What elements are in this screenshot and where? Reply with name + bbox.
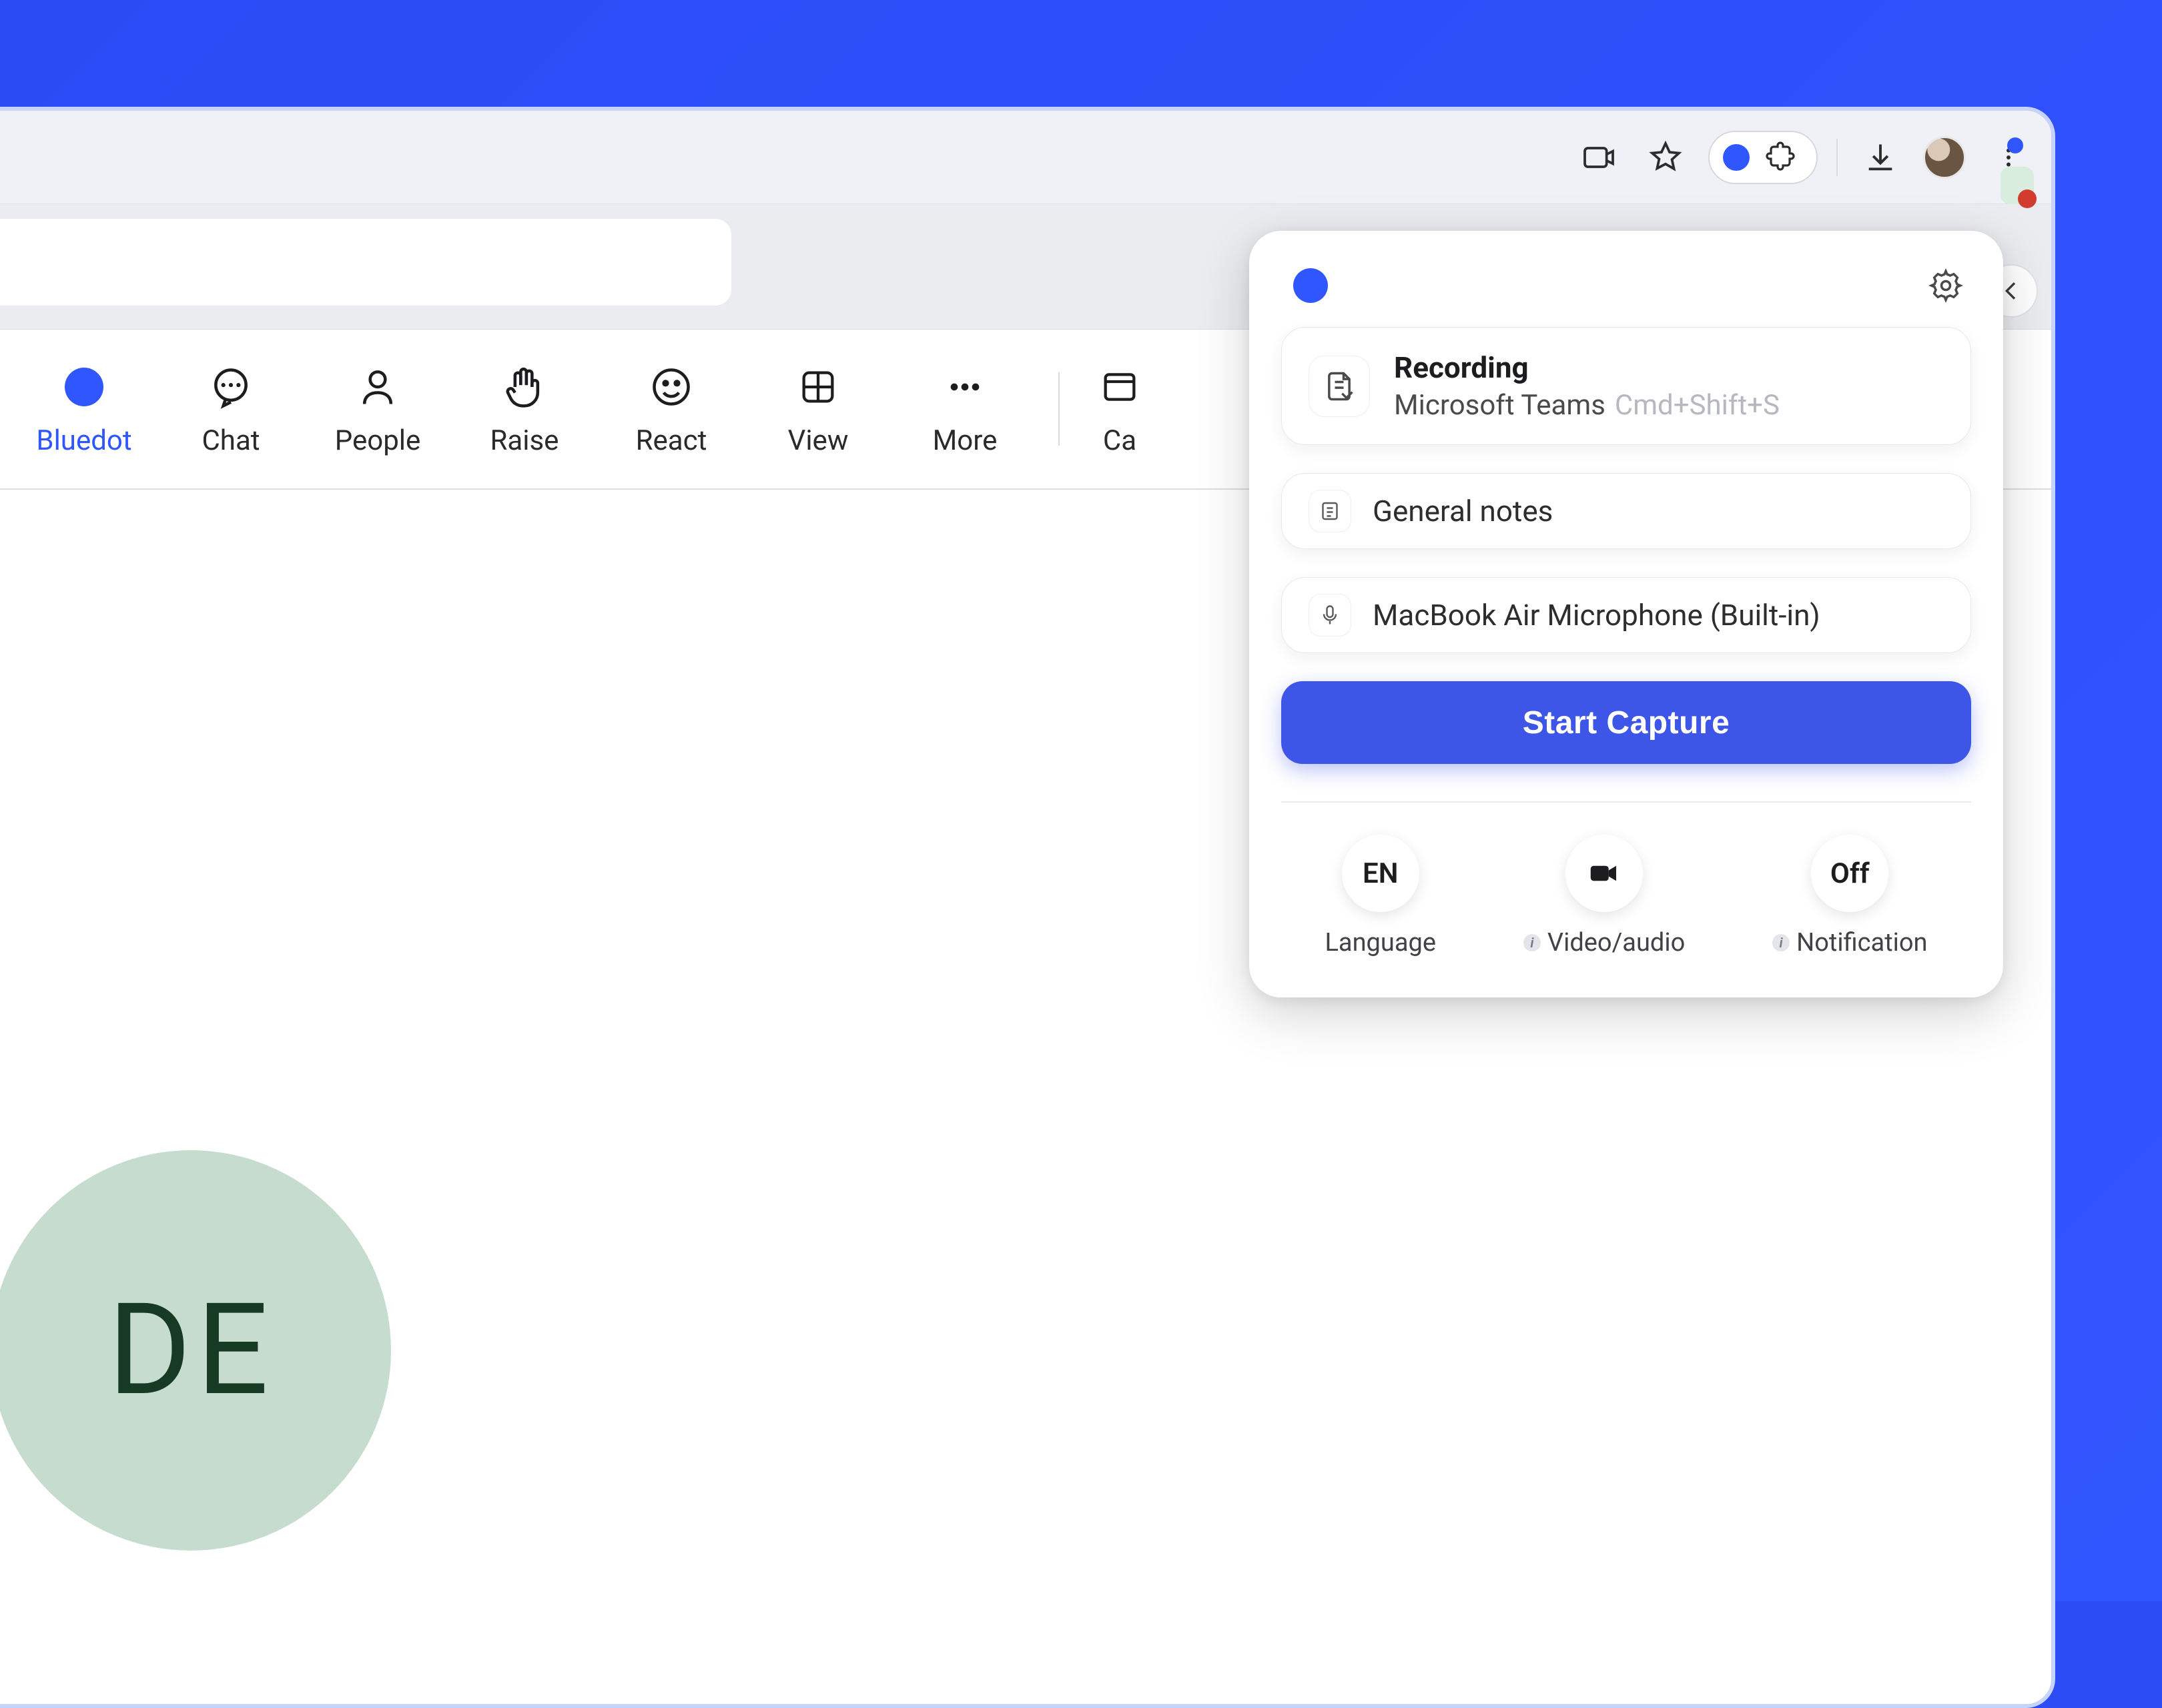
popup-footer: EN Language i Video/audio (1281, 835, 1971, 957)
microphone-icon (1309, 594, 1351, 636)
notes-label: General notes (1373, 494, 1553, 528)
cut-icon (1098, 362, 1141, 412)
chat-icon (208, 362, 254, 412)
language-chip: EN (1342, 835, 1419, 912)
toolbar-item-label: More (933, 424, 998, 457)
occluded-bluedot (2007, 137, 2023, 153)
browser-toolbar (0, 111, 2051, 204)
recording-title: Recording (1394, 350, 1780, 385)
occluded-green-badge (2001, 167, 2034, 204)
grid-icon (797, 362, 839, 412)
search-input[interactable] (0, 219, 731, 306)
bluedot-logo-icon (1293, 268, 1328, 303)
notification-chip: Off (1811, 835, 1888, 912)
people-icon (355, 362, 400, 412)
extensions-icon[interactable] (1766, 141, 1798, 173)
microphone-label: MacBook Air Microphone (Built-in) (1373, 598, 1820, 632)
participant-avatar: DE (0, 1150, 391, 1551)
language-label: Language (1325, 928, 1436, 957)
microphone-card[interactable]: MacBook Air Microphone (Built-in) (1281, 577, 1971, 653)
info-icon: i (1523, 934, 1541, 951)
toolbar-item-raise[interactable]: Raise (451, 362, 598, 457)
start-capture-button[interactable]: Start Capture (1281, 681, 1971, 764)
recording-card[interactable]: Recording Microsoft Teams Cmd+Shift+S (1281, 327, 1971, 445)
toolbar-item-label: Chat (202, 424, 260, 457)
notification-option[interactable]: Off i Notification (1772, 835, 1927, 957)
download-icon[interactable] (1856, 133, 1904, 181)
bluedot-popup: Recording Microsoft Teams Cmd+Shift+S Ge… (1249, 231, 2003, 997)
browser-window: Bluedot Chat People Raise (0, 107, 2055, 1708)
toolbar-item-more[interactable]: More (891, 362, 1038, 457)
video-icon (1586, 855, 1622, 891)
notification-label: Notification (1796, 928, 1927, 957)
notes-icon (1309, 490, 1351, 532)
toolbar-item-label: Raise (490, 424, 559, 457)
raise-hand-icon (502, 362, 547, 412)
toolbar-divider (1836, 139, 1838, 176)
video-chip (1565, 835, 1643, 912)
avatar-initials: DE (108, 1276, 274, 1424)
toolbar-item-cut[interactable]: Ca (1080, 362, 1160, 457)
star-icon[interactable] (1642, 133, 1690, 181)
language-value: EN (1363, 857, 1398, 890)
toolbar-item-label: Bluedot (36, 424, 131, 457)
ellipsis-icon (944, 362, 986, 412)
toolbar-separator (1058, 372, 1060, 446)
toolbar-item-view[interactable]: View (745, 362, 891, 457)
toolbar-item-people[interactable]: People (304, 362, 451, 457)
gear-icon[interactable] (1928, 268, 1963, 303)
notes-card[interactable]: General notes (1281, 473, 1971, 549)
start-capture-label: Start Capture (1523, 705, 1730, 741)
toolbar-item-react[interactable]: React (598, 362, 745, 457)
recording-shortcut: Cmd+Shift+S (1615, 389, 1780, 422)
language-option[interactable]: EN Language (1325, 835, 1436, 957)
bluedot-extension-icon[interactable] (1723, 144, 1750, 171)
video-audio-option[interactable]: i Video/audio (1523, 835, 1685, 957)
toolbar-item-label: React (636, 424, 707, 457)
toolbar-item-bluedot[interactable]: Bluedot (11, 362, 157, 457)
popup-divider (1281, 801, 1971, 803)
toolbar-item-label: People (335, 424, 421, 457)
recording-source: Microsoft Teams (1394, 389, 1605, 422)
extension-pill[interactable] (1708, 131, 1818, 184)
toolbar-item-label: Ca (1103, 424, 1136, 457)
camera-icon[interactable] (1575, 133, 1623, 181)
bluedot-icon (65, 368, 103, 406)
toolbar-item-label: View (788, 424, 849, 457)
info-icon: i (1772, 934, 1790, 951)
profile-avatar[interactable] (1923, 136, 1966, 179)
document-edit-icon (1309, 356, 1370, 417)
video-audio-label: Video/audio (1547, 928, 1685, 957)
toolbar-item-chat[interactable]: Chat (157, 362, 304, 457)
smile-icon (649, 362, 694, 412)
notification-value: Off (1830, 857, 1870, 890)
